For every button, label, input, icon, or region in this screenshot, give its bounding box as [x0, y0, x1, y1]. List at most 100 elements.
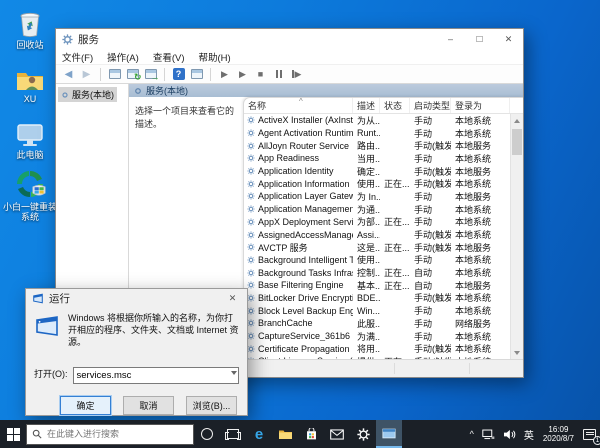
cell-name: CaptureService_361b6 — [244, 331, 353, 341]
scroll-up-icon[interactable] — [511, 114, 523, 127]
windows-logo-icon — [6, 427, 20, 441]
table-row[interactable]: AssignedAccessManager... Assi... 手动(触发..… — [244, 228, 510, 241]
show-action-pane-icon[interactable] — [189, 67, 204, 82]
taskbar-services-window-button[interactable] — [376, 420, 402, 448]
stop-service-icon[interactable]: ■ — [253, 67, 268, 82]
table-row[interactable]: Application Identity 确定... 手动(触发... 本地服务 — [244, 165, 510, 178]
show-console-tree-icon[interactable] — [107, 67, 122, 82]
dialog-title: 运行 — [49, 293, 70, 305]
table-row[interactable]: Base Filtering Engine 基本... 正在... 自动 本地服… — [244, 279, 510, 292]
search-input[interactable] — [47, 429, 167, 439]
service-gear-icon — [247, 218, 255, 226]
forward-icon[interactable]: ▶ — [79, 67, 94, 82]
file-explorer-button[interactable] — [272, 420, 298, 448]
cell-startup-type: 手动(触发... — [414, 179, 451, 190]
table-row[interactable]: BitLocker Drive Encryptio... BDE... 手动(触… — [244, 292, 510, 305]
export-list-icon[interactable]: → — [143, 67, 160, 82]
taskbar-search[interactable] — [26, 423, 194, 445]
table-row[interactable]: Background Tasks Infras... 控制... 正在... 自… — [244, 266, 510, 279]
table-row[interactable]: Background Intelligent T... 使用... 手动 本地系… — [244, 254, 510, 267]
open-input[interactable] — [72, 367, 239, 384]
tray-chevron-icon[interactable]: ^ — [466, 420, 478, 448]
desktop-icon-recycle-bin[interactable]: 回收站 — [3, 6, 57, 50]
cell-logon-as: 本地服务 — [455, 141, 492, 152]
cell-startup-type: 手动 — [414, 306, 433, 317]
table-row[interactable]: Block Level Backup Engi... Win... 手动 本地系… — [244, 304, 510, 317]
minimize-icon[interactable]: – — [436, 29, 465, 49]
edge-button[interactable]: e — [246, 420, 272, 448]
task-view-button[interactable] — [220, 420, 246, 448]
cell-logon-as: 本地系统 — [455, 115, 492, 126]
cell-startup-type: 手动 — [414, 318, 433, 329]
menu-action[interactable]: 操作(A) — [107, 50, 139, 64]
restart-service-icon[interactable]: ▶ — [289, 67, 304, 82]
search-icon — [32, 429, 42, 439]
table-row[interactable]: ActiveX Installer (AxInstSV) 为从... 手动 本地… — [244, 114, 510, 127]
ime-indicator[interactable]: 英 — [520, 420, 538, 448]
desktop-icon-user-folder[interactable]: XU — [3, 60, 57, 104]
recycle-bin-icon — [3, 6, 57, 38]
desktop-icon-this-pc[interactable]: 此电脑 — [3, 116, 57, 160]
cell-name: BranchCache — [244, 318, 353, 328]
vertical-scrollbar[interactable] — [510, 114, 523, 359]
combobox-dropdown-icon[interactable] — [231, 371, 237, 375]
volume-icon[interactable] — [499, 420, 520, 448]
column-header-logon-as[interactable]: 登录为 — [451, 98, 510, 113]
cell-startup-type: 手动(触发... — [414, 166, 451, 177]
menu-view[interactable]: 查看(V) — [153, 50, 185, 64]
tray-clock[interactable]: 16:09 2020/8/7 — [538, 420, 579, 448]
table-row[interactable]: CaptureService_361b6 为满... 手动 本地系统 — [244, 330, 510, 343]
column-header-status[interactable]: 状态 — [380, 98, 410, 113]
desktop-icon-xiaobai-reinstall[interactable]: 小白一键重装系统 — [3, 168, 57, 222]
start-service-icon[interactable]: ▶ — [217, 67, 232, 82]
settings-button[interactable] — [350, 420, 376, 448]
table-row[interactable]: Application Layer Gatewa... 为 In... 手动 本… — [244, 190, 510, 203]
network-icon[interactable] — [478, 420, 499, 448]
table-row[interactable]: AppX Deployment Servic... 为部... 正在... 手动… — [244, 216, 510, 229]
cell-status: 正在... — [384, 242, 410, 253]
refresh-icon[interactable]: ↻ — [125, 67, 142, 82]
scrollbar-thumb[interactable] — [512, 129, 522, 155]
table-row[interactable]: BranchCache 此服... 手动 网络服务 — [244, 317, 510, 330]
cell-name: Application Information — [244, 179, 353, 189]
close-icon[interactable]: ✕ — [218, 289, 247, 308]
column-header-description[interactable]: 描述 — [353, 98, 380, 113]
resume-service-icon[interactable]: ▶ — [235, 67, 250, 82]
back-icon[interactable]: ◀ — [61, 67, 76, 82]
services-titlebar[interactable]: 服务 – □ ✕ — [56, 29, 523, 49]
cell-name: Block Level Backup Engi... — [244, 306, 353, 316]
microsoft-store-button[interactable] — [298, 420, 324, 448]
ok-button[interactable]: 确定 — [60, 396, 111, 415]
tree-item-services-local[interactable]: 服务(本地) — [58, 87, 117, 102]
table-row[interactable]: Application Information 使用... 正在... 手动(触… — [244, 177, 510, 190]
table-row[interactable]: AVCTP 服务 这是... 正在... 手动(触发... 本地服务 — [244, 241, 510, 254]
column-header-startup-type[interactable]: 启动类型 — [410, 98, 451, 113]
browse-button[interactable]: 浏览(B)... — [186, 396, 237, 415]
table-row[interactable]: Agent Activation Runtime... Runt... 手动 本… — [244, 127, 510, 140]
maximize-icon[interactable]: □ — [465, 29, 494, 49]
run-dialog-icon — [34, 315, 60, 358]
menu-help[interactable]: 帮助(H) — [198, 50, 230, 64]
table-row[interactable]: Application Management 为通... 手动 本地系统 — [244, 203, 510, 216]
cell-name: BitLocker Drive Encryptio... — [244, 293, 353, 303]
menu-file[interactable]: 文件(F) — [62, 50, 93, 64]
run-titlebar[interactable]: 运行 ✕ — [26, 289, 247, 308]
start-button[interactable] — [0, 420, 26, 448]
mail-button[interactable] — [324, 420, 350, 448]
cancel-button[interactable]: 取消 — [123, 396, 174, 415]
table-row[interactable]: AllJoyn Router Service 路由... 手动(触发... 本地… — [244, 139, 510, 152]
table-row[interactable]: Certificate Propagation 将用... 手动(触发... 本… — [244, 342, 510, 355]
action-center-button[interactable]: 1 — [579, 420, 600, 448]
cell-description: 此服... — [357, 318, 380, 329]
cell-startup-type: 手动 — [414, 153, 433, 164]
scroll-down-icon[interactable] — [511, 346, 523, 359]
help-icon[interactable]: ? — [171, 67, 186, 82]
cortana-button[interactable] — [194, 420, 220, 448]
service-gear-icon — [247, 205, 255, 213]
table-row[interactable]: App Readiness 当用... 手动 本地系统 — [244, 152, 510, 165]
pause-service-icon[interactable] — [271, 67, 286, 82]
cell-logon-as: 本地系统 — [455, 255, 492, 266]
close-icon[interactable]: ✕ — [494, 29, 523, 49]
open-combobox[interactable] — [72, 365, 239, 384]
file-explorer-icon — [278, 430, 292, 439]
